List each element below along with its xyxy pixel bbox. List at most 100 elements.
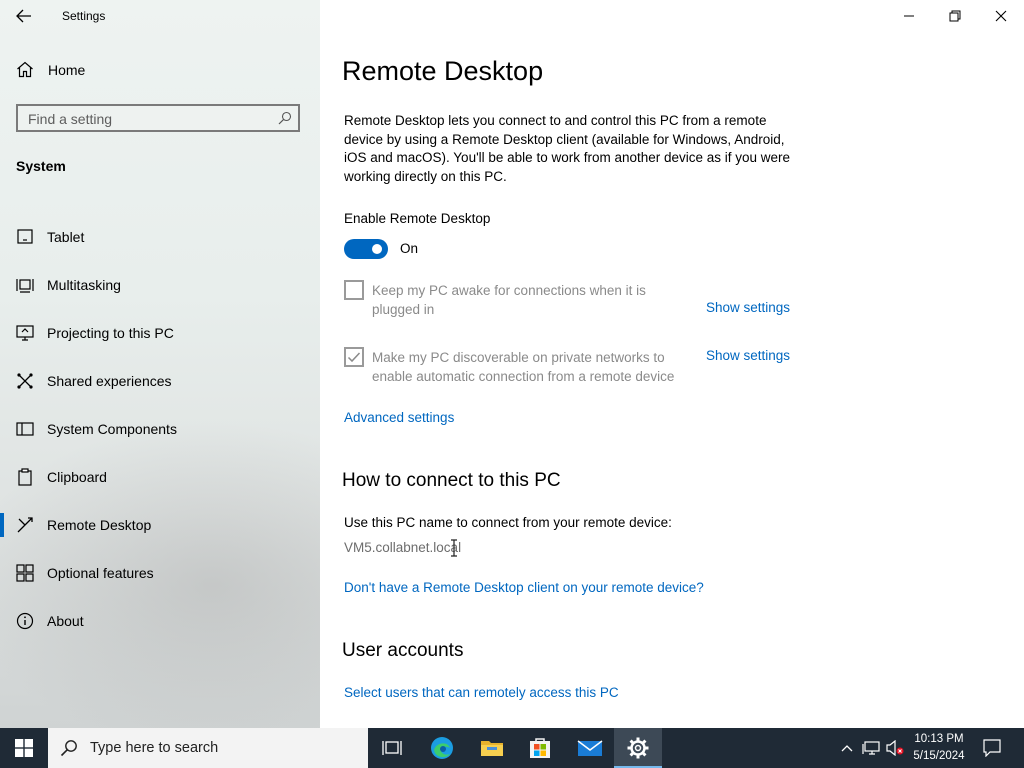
file-explorer-icon	[481, 741, 503, 756]
enable-remote-desktop-toggle[interactable]	[344, 239, 388, 259]
about-icon	[16, 612, 34, 630]
remote-desktop-icon	[16, 516, 34, 534]
taskbar-search-placeholder: Type here to search	[90, 740, 219, 756]
keep-awake-label-line1: Keep my PC awake for connections when it…	[372, 283, 646, 298]
mail-taskbar-button[interactable]	[566, 728, 614, 768]
sidebar-item-label: Multitasking	[47, 277, 121, 293]
task-view-icon	[382, 741, 402, 755]
network-tray-button[interactable]	[860, 728, 882, 768]
connect-instructions: Use this PC name to connect from your re…	[344, 515, 672, 530]
close-button[interactable]	[978, 0, 1024, 32]
home-label: Home	[48, 61, 86, 78]
sidebar-item-label: Clipboard	[47, 469, 107, 485]
volume-muted-icon	[886, 740, 904, 756]
section-heading-system: System	[16, 158, 66, 174]
sidebar-item-label: Projecting to this PC	[47, 325, 174, 341]
keep-awake-label-line2: plugged in	[372, 301, 435, 317]
user-accounts-heading: User accounts	[342, 640, 464, 661]
toggle-state-label: On	[400, 241, 419, 256]
checkmark-icon	[347, 352, 361, 363]
window-title: Settings	[62, 9, 106, 23]
discoverable-show-settings-link[interactable]: Show settings	[706, 348, 790, 363]
keep-awake-checkbox[interactable]	[344, 280, 364, 300]
select-users-link[interactable]: Select users that can remotely access th…	[344, 685, 619, 700]
store-icon	[530, 738, 550, 758]
sidebar-item-projecting[interactable]: Projecting to this PC	[0, 313, 320, 353]
taskbar: Type here to search 10:13 PM 5/15/2024	[0, 728, 1024, 768]
edge-icon	[431, 737, 453, 759]
sidebar-item-system-components[interactable]: System Components	[0, 409, 320, 449]
find-setting-placeholder: Find a setting	[28, 111, 113, 127]
close-icon	[995, 10, 1007, 22]
mail-icon	[577, 740, 603, 756]
keep-awake-label: Keep my PC awake for connections when it…	[372, 282, 646, 319]
clock-time: 10:13 PM	[914, 733, 964, 745]
page-description: Remote Desktop lets you connect to and c…	[344, 113, 791, 184]
sidebar-item-label: Remote Desktop	[47, 517, 152, 533]
settings-taskbar-button[interactable]	[614, 728, 662, 768]
search-icon	[60, 740, 77, 757]
back-arrow-icon	[16, 9, 31, 23]
discoverable-label-line1: Make my PC discoverable on private netwo…	[372, 350, 665, 365]
home-icon	[17, 61, 33, 78]
toggle-knob	[372, 244, 382, 254]
chevron-up-icon	[841, 745, 853, 752]
sidebar-item-remote-desktop[interactable]: Remote Desktop	[0, 505, 320, 545]
discoverable-label: Make my PC discoverable on private netwo…	[372, 349, 674, 386]
projecting-icon	[16, 324, 34, 342]
sidebar-item-label: Shared experiences	[47, 373, 172, 389]
edge-taskbar-button[interactable]	[418, 728, 466, 768]
sidebar-item-tablet[interactable]: Tablet	[0, 217, 320, 257]
taskbar-search-box[interactable]: Type here to search	[48, 728, 368, 768]
sidebar-item-multitasking[interactable]: Multitasking	[0, 265, 320, 305]
back-button[interactable]	[10, 4, 38, 28]
sidebar-item-label: Optional features	[47, 565, 154, 581]
how-to-connect-heading: How to connect to this PC	[342, 470, 561, 491]
multitasking-icon	[16, 276, 34, 294]
minimize-icon	[904, 15, 914, 17]
sidebar-item-shared-experiences[interactable]: Shared experiences	[0, 361, 320, 401]
discoverable-label-line2: enable automatic connection from a remot…	[372, 368, 675, 384]
search-icon	[278, 111, 292, 125]
task-view-button[interactable]	[368, 728, 416, 768]
tablet-icon	[16, 228, 34, 246]
start-button[interactable]	[0, 728, 48, 768]
enable-remote-desktop-label: Enable Remote Desktop	[344, 211, 491, 226]
advanced-settings-link[interactable]: Advanced settings	[344, 410, 454, 425]
minimize-button[interactable]	[886, 0, 932, 32]
get-client-link[interactable]: Don't have a Remote Desktop client on yo…	[344, 580, 704, 595]
restore-button[interactable]	[932, 0, 978, 32]
home-nav-item[interactable]: Home	[16, 61, 85, 78]
sidebar-item-clipboard[interactable]: Clipboard	[0, 457, 320, 497]
system-components-icon	[16, 420, 34, 438]
notification-icon	[983, 739, 1001, 757]
text-cursor-icon	[451, 539, 457, 557]
optional-features-icon	[16, 564, 34, 582]
volume-tray-button[interactable]	[884, 728, 906, 768]
find-setting-input[interactable]: Find a setting	[16, 104, 300, 132]
discoverable-checkbox[interactable]	[344, 347, 364, 367]
sidebar-item-label: Tablet	[47, 229, 85, 245]
keep-awake-show-settings-link[interactable]: Show settings	[706, 300, 790, 315]
pc-name-value[interactable]: VM5.collabnet.local	[344, 540, 461, 555]
restore-icon	[949, 10, 961, 22]
sidebar-item-about[interactable]: About	[0, 601, 320, 641]
file-explorer-taskbar-button[interactable]	[468, 728, 516, 768]
settings-icon	[627, 737, 649, 759]
sidebar-item-label: System Components	[47, 421, 177, 437]
windows-logo-icon	[15, 739, 33, 757]
taskbar-clock[interactable]: 10:13 PM 5/15/2024	[906, 731, 972, 765]
settings-nav-pane: Settings Home Find a setting System Tabl…	[0, 0, 320, 728]
sidebar-item-optional-features[interactable]: Optional features	[0, 553, 320, 593]
clock-date: 5/15/2024	[913, 750, 965, 762]
action-center-button[interactable]	[978, 728, 1006, 768]
page-title: Remote Desktop	[342, 56, 544, 86]
sidebar-item-label: About	[47, 613, 84, 629]
show-hidden-icons-button[interactable]	[838, 728, 856, 768]
remote-desktop-page: Remote Desktop Remote Desktop lets you c…	[320, 0, 1024, 728]
shared-experiences-icon	[16, 372, 34, 390]
network-icon	[862, 741, 880, 755]
clipboard-icon	[16, 468, 34, 486]
active-indicator	[0, 513, 4, 537]
store-taskbar-button[interactable]	[516, 728, 564, 768]
